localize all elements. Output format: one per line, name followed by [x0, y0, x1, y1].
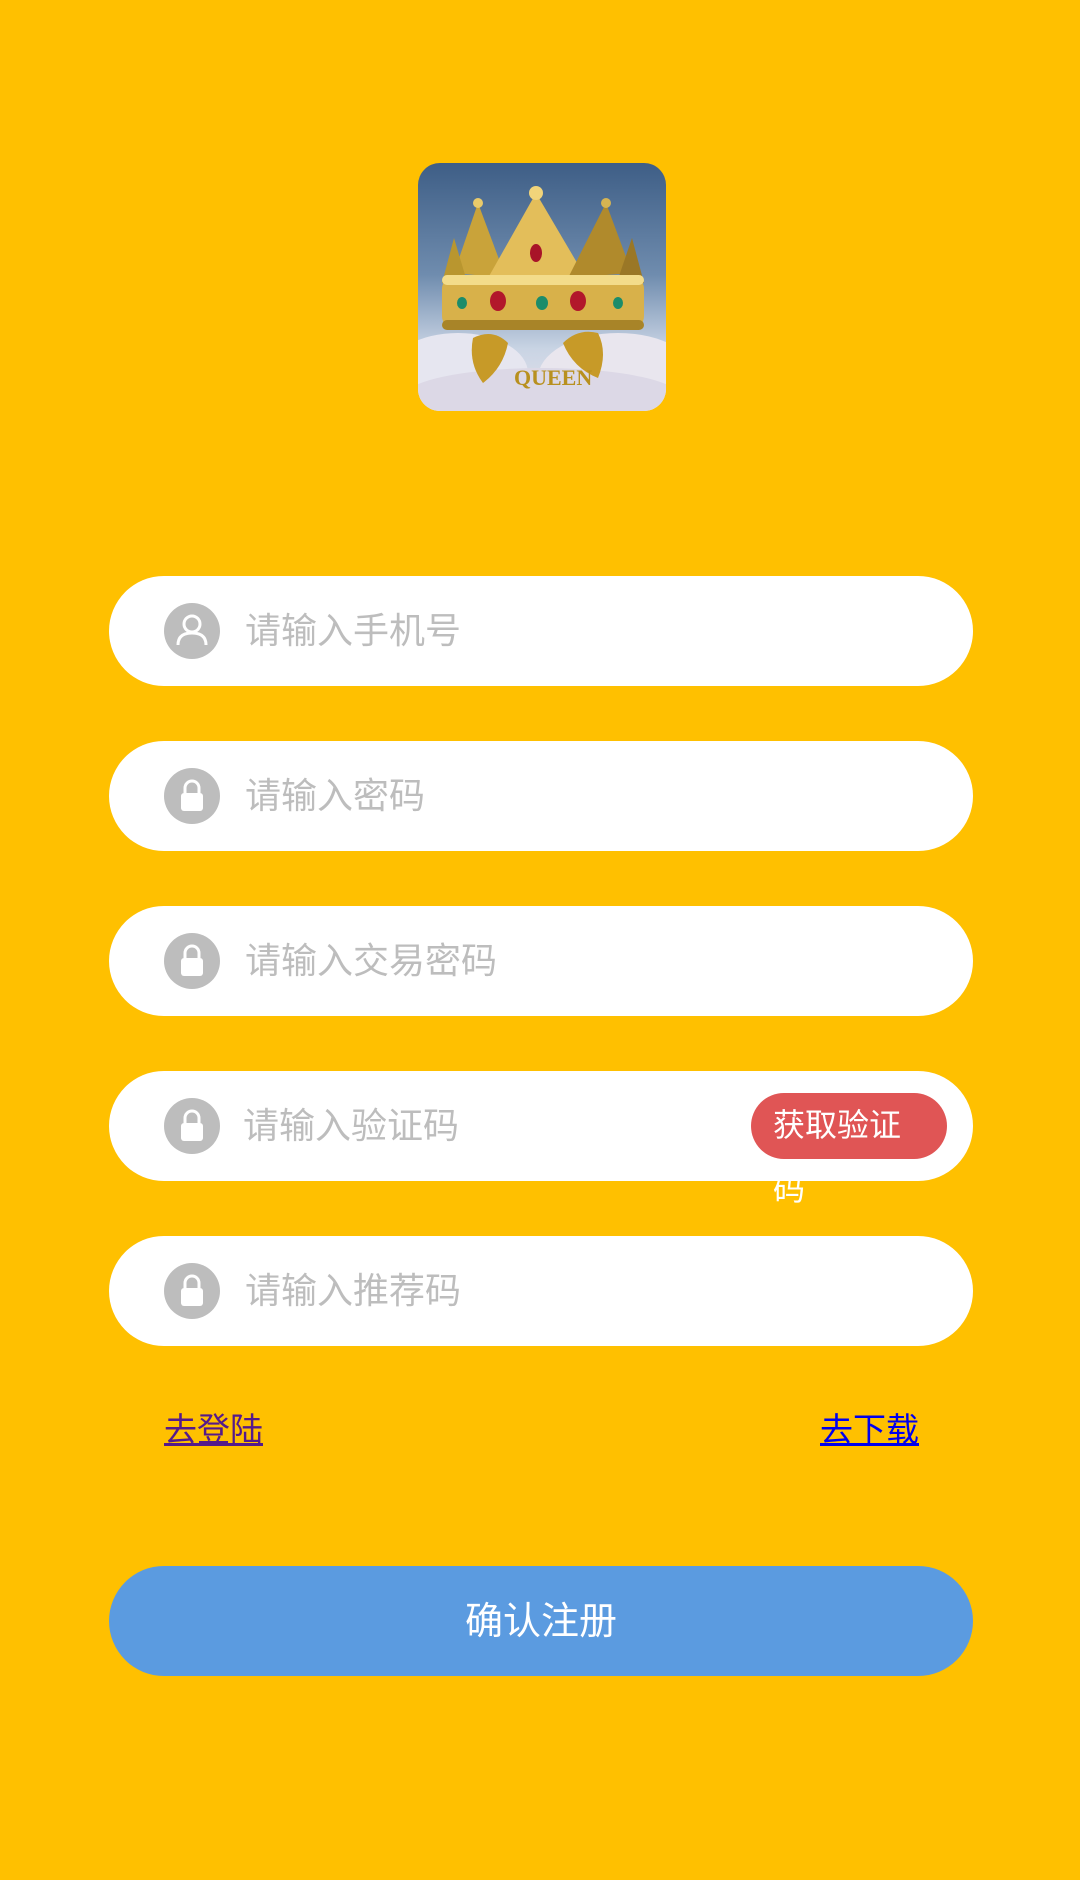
get-code-label: 获取验证码 [773, 1106, 902, 1208]
lock-icon [164, 768, 220, 824]
logo-text: QUEEN [514, 365, 592, 390]
password-input[interactable] [245, 741, 805, 851]
phone-input[interactable] [245, 576, 805, 686]
lock-icon [164, 1098, 220, 1154]
verification-code-input[interactable] [243, 1071, 743, 1181]
password-field [109, 741, 973, 851]
referral-code-field [109, 1236, 973, 1346]
lock-icon [164, 1263, 220, 1319]
get-code-button[interactable]: 获取验证码 [751, 1093, 947, 1208]
referral-code-input[interactable] [245, 1236, 805, 1346]
lock-icon [164, 933, 220, 989]
trade-password-field [109, 906, 973, 1016]
crown-logo-image: QUEEN [418, 186, 666, 411]
user-icon [164, 603, 220, 659]
go-download-link[interactable]: 去下载 [820, 1403, 919, 1451]
trade-password-input[interactable] [245, 906, 805, 1016]
confirm-register-button[interactable]: 确认注册 [109, 1566, 973, 1676]
go-login-link[interactable]: 去登陆 [164, 1403, 263, 1451]
verification-code-field: 获取验证码 [109, 1071, 973, 1208]
phone-field [109, 576, 973, 686]
app-logo: QUEEN [418, 163, 666, 411]
